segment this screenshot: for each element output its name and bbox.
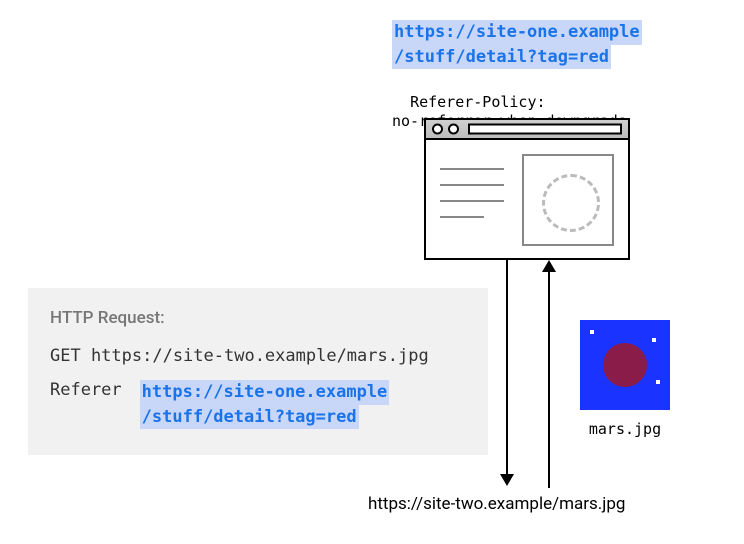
dashed-circle-icon: [542, 174, 600, 232]
page-url-block: https://site-one.example /stuff/detail?t…: [392, 20, 642, 69]
http-get-line: GET https://site-two.example/mars.jpg: [50, 346, 466, 366]
arrow-head-down-icon: [500, 474, 514, 486]
target-url: https://site-two.example/mars.jpg: [368, 494, 625, 514]
http-request-heading: HTTP Request:: [50, 308, 466, 328]
mars-caption: mars.jpg: [580, 420, 670, 438]
browser-window-icon: [424, 118, 630, 260]
referer-url-line2: /stuff/detail?tag=red: [140, 405, 359, 430]
mars-image-icon: [580, 320, 670, 410]
mars-image-block: mars.jpg: [580, 320, 670, 438]
policy-label: Referer-Policy:: [410, 93, 545, 111]
text-line-icon: [440, 200, 504, 202]
page-url-line1: https://site-one.example: [392, 20, 642, 45]
request-arrow-down: [506, 260, 508, 476]
referer-url-line1: https://site-one.example: [140, 380, 390, 405]
referer-label: Referer: [50, 380, 122, 400]
response-arrow-up: [548, 272, 550, 488]
arrow-head-up-icon: [542, 260, 556, 272]
browser-body: [424, 140, 630, 260]
text-line-icon: [440, 216, 484, 218]
text-line-icon: [440, 168, 504, 170]
browser-chrome: [424, 118, 630, 140]
text-line-icon: [440, 184, 504, 186]
image-placeholder-frame: [522, 154, 614, 246]
page-url-line2: /stuff/detail?tag=red: [392, 45, 611, 70]
http-request-box: HTTP Request: GET https://site-two.examp…: [28, 288, 488, 455]
